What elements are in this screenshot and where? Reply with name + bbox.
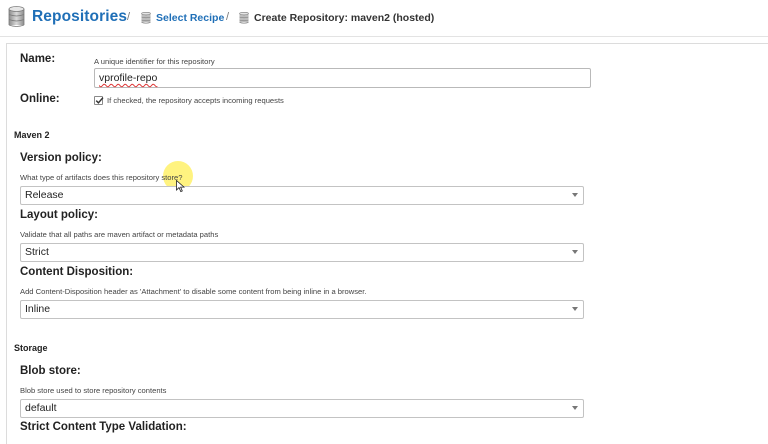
section-maven2: Maven 2 <box>14 130 50 140</box>
content-disposition-value: Inline <box>25 303 51 315</box>
blob-store-label: Blob store: <box>20 365 81 377</box>
online-label: Online: <box>20 93 60 105</box>
strict-content-type-label: Strict Content Type Validation: <box>20 421 187 433</box>
breadcrumb-current: Create Repository: maven2 (hosted) <box>254 12 435 24</box>
layout-policy-help: Validate that all paths are maven artifa… <box>20 230 219 239</box>
database-icon <box>141 12 151 24</box>
page-title[interactable]: Repositories <box>32 8 127 26</box>
content-disposition-help: Add Content-Disposition header as 'Attac… <box>20 287 367 296</box>
layout-policy-label: Layout policy: <box>20 209 98 221</box>
database-icon <box>8 6 25 28</box>
header-bar: Repositories / Select Recipe / Create Re… <box>0 0 768 37</box>
blob-store-select[interactable]: default <box>20 399 584 418</box>
version-policy-value: Release <box>25 189 64 201</box>
section-storage: Storage <box>14 343 48 353</box>
name-help: A unique identifier for this repository <box>94 57 215 66</box>
name-label: Name: <box>20 53 56 65</box>
layout-policy-select[interactable]: Strict <box>20 243 584 262</box>
chevron-down-icon[interactable] <box>572 307 578 311</box>
version-policy-select[interactable]: Release <box>20 186 584 205</box>
version-policy-help: What type of artifacts does this reposit… <box>20 173 183 182</box>
content-disposition-select[interactable]: Inline <box>20 300 584 319</box>
chevron-down-icon[interactable] <box>572 193 578 197</box>
blob-store-value: default <box>25 402 57 414</box>
breadcrumb-select-recipe[interactable]: Select Recipe <box>156 12 224 24</box>
name-input[interactable]: vprofile-repo <box>94 68 591 88</box>
name-input-value: vprofile-repo <box>99 72 158 84</box>
online-help: If checked, the repository accepts incom… <box>107 96 284 105</box>
blob-store-help: Blob store used to store repository cont… <box>20 386 167 395</box>
breadcrumb-separator: / <box>226 11 230 23</box>
chevron-down-icon[interactable] <box>572 406 578 410</box>
mouse-pointer-icon <box>176 179 186 198</box>
database-icon <box>239 12 249 24</box>
content-disposition-label: Content Disposition: <box>20 266 134 278</box>
online-checkbox[interactable] <box>94 96 104 105</box>
version-policy-label: Version policy: <box>20 152 102 164</box>
layout-policy-value: Strict <box>25 246 49 258</box>
checkmark-icon <box>95 97 104 104</box>
breadcrumb-separator: / <box>127 11 131 23</box>
chevron-down-icon[interactable] <box>572 250 578 254</box>
